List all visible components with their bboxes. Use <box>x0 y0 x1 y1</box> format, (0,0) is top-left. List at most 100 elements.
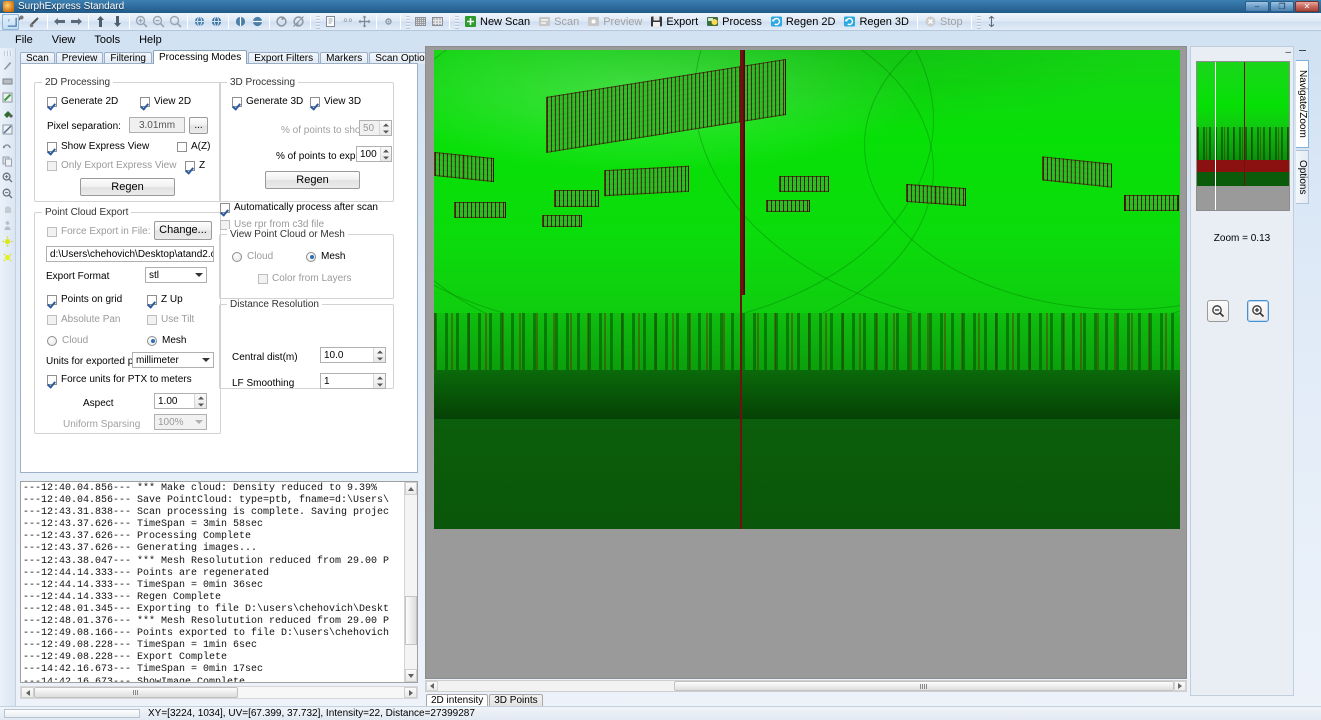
menu-help[interactable]: Help <box>130 32 171 48</box>
zoom-out-button[interactable] <box>1207 300 1229 322</box>
regen-2d-button[interactable]: Regen 2D <box>767 14 841 30</box>
viewer-scroll-right-arrow[interactable] <box>1174 681 1186 691</box>
uniform-sparsing-select[interactable]: 100% <box>154 414 207 430</box>
force-units-ptx-checkbox[interactable]: Force units for PTX to meters <box>47 374 192 385</box>
line-tool[interactable] <box>1 122 15 137</box>
new-scan-button[interactable]: New Scan <box>461 14 535 30</box>
spinner-up-icon[interactable] <box>374 374 385 381</box>
export-format-select[interactable]: stl <box>145 267 207 283</box>
spinner-buttons[interactable] <box>379 147 391 161</box>
az-checkbox[interactable]: A(Z) <box>177 141 210 152</box>
force-export-in-file-checkbox[interactable]: Force Export in File: <box>47 226 150 237</box>
scroll-up-arrow[interactable] <box>405 482 417 495</box>
tab-2d-intensity[interactable]: 2D intensity <box>426 694 489 706</box>
log-hscroll-thumb[interactable] <box>34 687 238 698</box>
regen-2d-panel-button[interactable]: Regen <box>80 178 175 196</box>
central-dist-spinner[interactable]: 10.0 <box>320 347 386 363</box>
menu-view[interactable]: View <box>43 32 85 48</box>
spinner-down-icon[interactable] <box>381 154 391 161</box>
spinner-up-icon[interactable] <box>374 348 385 355</box>
menu-tools[interactable]: Tools <box>85 32 129 48</box>
zoom-out-tool[interactable] <box>1 186 15 201</box>
spin-ccw-button[interactable] <box>273 14 290 30</box>
zoom-in-button[interactable] <box>133 14 150 30</box>
hand-tool[interactable] <box>1 202 15 217</box>
process-button[interactable]: Process <box>703 14 767 30</box>
collapse-dash-icon[interactable] <box>1299 50 1306 51</box>
only-export-express-view-checkbox[interactable]: Only Export Express View <box>47 160 176 171</box>
arrow-down-button[interactable] <box>109 14 126 30</box>
spinner-up-icon[interactable] <box>195 394 206 401</box>
points-to-export-spinner[interactable]: 100 <box>356 146 392 162</box>
pick-point-alt-tool[interactable] <box>27 14 44 30</box>
maximize-button[interactable]: ❐ <box>1270 1 1294 12</box>
pixel-separation-field[interactable]: 3.01mm <box>129 117 185 133</box>
close-button[interactable]: ✕ <box>1295 1 1319 12</box>
axis-y-tool-button[interactable]: y <box>2 13 19 30</box>
globe-pan-left-button[interactable] <box>232 14 249 30</box>
arrow-right-button[interactable] <box>68 14 85 30</box>
view-dots-button[interactable] <box>429 14 446 30</box>
toolbar-grip[interactable] <box>976 14 981 29</box>
undo-tool[interactable] <box>1 138 15 153</box>
pencil-tool[interactable] <box>1 58 15 73</box>
scroll-right-arrow[interactable] <box>404 687 417 698</box>
color-from-layers-checkbox[interactable]: Color from Layers <box>258 273 351 284</box>
mesh-radio[interactable]: Mesh <box>147 335 186 346</box>
paint-tool[interactable] <box>1 106 15 121</box>
light-tool[interactable] <box>1 234 15 249</box>
magnifier-button[interactable] <box>167 14 184 30</box>
regen-3d-panel-button[interactable]: Regen <box>265 171 360 189</box>
viewer-scroll-left-arrow[interactable] <box>426 681 438 691</box>
scan-button[interactable]: Scan <box>535 14 584 30</box>
tab-3d-points[interactable]: 3D Points <box>489 694 543 706</box>
vtab-navigate-zoom[interactable]: Navigate/Zoom <box>1296 60 1309 148</box>
spinner-up-icon[interactable] <box>381 147 391 154</box>
toolbar-grip[interactable] <box>455 14 459 29</box>
points-on-grid-checkbox[interactable]: Points on grid <box>47 294 122 305</box>
view-cloud-radio[interactable]: Cloud <box>232 251 273 262</box>
change-path-button[interactable]: Change... <box>154 221 212 240</box>
navigator-thumbnail[interactable] <box>1196 61 1290 211</box>
move-cross-button[interactable] <box>356 14 373 30</box>
arrow-up-button[interactable] <box>92 14 109 30</box>
log-horizontal-scrollbar[interactable] <box>20 686 418 699</box>
vtab-options[interactable]: Options <box>1296 150 1309 204</box>
spinner-down-icon[interactable] <box>374 381 385 388</box>
view-grid-button[interactable] <box>412 14 429 30</box>
spinner-buttons[interactable] <box>373 348 385 362</box>
zoom-in-button[interactable] <box>1247 300 1269 322</box>
lf-smoothing-spinner[interactable]: 1 <box>320 373 386 389</box>
minimize-button[interactable]: – <box>1245 1 1269 12</box>
generate-2d-checkbox[interactable]: Generate 2D <box>47 96 118 107</box>
view-mesh-radio[interactable]: Mesh <box>306 251 345 262</box>
log-scrollbar[interactable] <box>404 482 417 682</box>
pixel-separation-browse-button[interactable]: ... <box>189 117 208 134</box>
log-scroll-thumb[interactable] <box>405 595 417 645</box>
regen-3d-button[interactable]: Regen 3D <box>840 14 914 30</box>
height-tool-button[interactable] <box>983 14 1000 30</box>
globe-rotate-right-button[interactable] <box>208 14 225 30</box>
toolbar-grip[interactable] <box>406 14 410 29</box>
view-3d-checkbox[interactable]: View 3D <box>310 96 361 107</box>
points-to-show-spinner[interactable]: 50 <box>359 120 392 136</box>
generate-3d-checkbox[interactable]: Generate 3D <box>232 96 303 107</box>
scroll-left-arrow[interactable] <box>21 687 34 698</box>
log-text[interactable]: ---12:40.04.856--- *** Make cloud: Densi… <box>21 482 404 682</box>
z-checkbox[interactable]: Z <box>185 160 205 171</box>
globe-rotate-left-button[interactable] <box>191 14 208 30</box>
z-up-checkbox[interactable]: Z Up <box>147 294 183 305</box>
spinner-down-icon[interactable] <box>195 401 206 408</box>
arrow-left-button[interactable] <box>51 14 68 30</box>
absolute-pan-checkbox[interactable]: Absolute Pan <box>47 314 121 325</box>
log-hscroll-track[interactable] <box>34 687 404 698</box>
preview-button[interactable]: Preview <box>584 14 647 30</box>
log-scroll-track[interactable] <box>405 495 417 669</box>
sidebar-minimize-button[interactable]: – <box>1285 48 1291 58</box>
eraser-tool[interactable] <box>1 90 15 105</box>
export-button[interactable]: Export <box>647 14 703 30</box>
person-tool[interactable] <box>1 218 15 233</box>
target-button[interactable] <box>380 14 397 30</box>
use-tilt-checkbox[interactable]: Use Tilt <box>147 314 194 325</box>
view-2d-checkbox[interactable]: View 2D <box>140 96 191 107</box>
